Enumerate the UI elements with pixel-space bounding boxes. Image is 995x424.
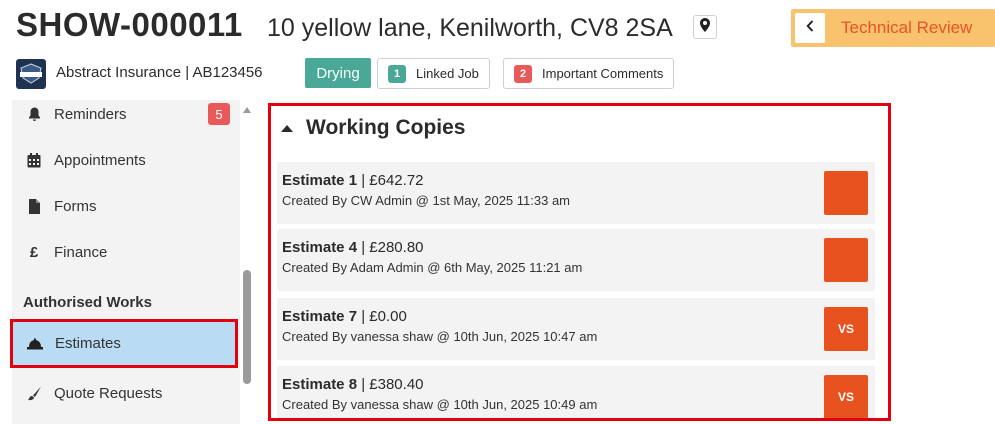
working-copies-toggle[interactable]: Working Copies	[281, 116, 465, 140]
collapse-status-button[interactable]	[795, 13, 825, 43]
sidebar-section-heading: Authorised Works	[23, 294, 152, 311]
sidebar-item-label: Quote Requests	[54, 384, 163, 402]
important-comments-label: Important Comments	[542, 66, 664, 81]
insurer-logo	[16, 59, 46, 89]
sidebar-item-label: Finance	[54, 243, 108, 261]
sidebar-item-label: Forms	[54, 197, 97, 215]
estimate-action-button[interactable]: VS	[824, 307, 868, 351]
job-header: SHOW-000011 10 yellow lane, Kenilworth, …	[0, 0, 995, 100]
map-pin-icon	[700, 17, 710, 37]
estimate-action-button[interactable]	[824, 171, 868, 215]
sidebar-item-label: Appointments	[54, 151, 146, 169]
sidebar: Reminders 5 Appointments Forms £ Finance…	[10, 100, 240, 424]
stage-badge: Drying	[305, 58, 371, 88]
estimate-title: Estimate 4 | £280.80	[282, 239, 424, 256]
sidebar-item-label: Estimates	[55, 335, 121, 352]
estimate-name: Estimate 1	[282, 172, 358, 189]
estimate-amount: | £642.72	[361, 172, 424, 189]
panel-title: Working Copies	[306, 116, 466, 139]
calendar-icon	[26, 152, 42, 168]
sidebar-item-estimates[interactable]: Estimates	[10, 319, 238, 368]
status-label: Technical Review	[841, 18, 973, 37]
sidebar-item-quote-requests[interactable]: Quote Requests	[12, 371, 240, 415]
sidebar-item-forms[interactable]: Forms	[12, 184, 240, 228]
estimate-amount: | £380.40	[361, 376, 424, 393]
estimate-action-button[interactable]: VS	[824, 375, 868, 418]
important-comments-count: 2	[514, 64, 532, 83]
estimate-action-button[interactable]	[824, 238, 868, 282]
scrollbar-thumb[interactable]	[243, 270, 251, 384]
estimate-row[interactable]: Estimate 4 | £280.80 Created By Adam Adm…	[277, 229, 875, 291]
sidebar-item-appointments[interactable]: Appointments	[12, 138, 240, 182]
estimate-row[interactable]: Estimate 1 | £642.72 Created By CW Admin…	[277, 162, 875, 224]
estimate-row[interactable]: Estimate 8 | £380.40 Created By vanessa …	[277, 366, 875, 418]
status-panel: Technical Review	[791, 9, 995, 47]
insurer-name: Abstract Insurance | AB123456	[56, 64, 263, 81]
sidebar-scrollbar[interactable]	[240, 105, 254, 424]
sidebar-item-label: Reminders	[54, 105, 127, 123]
job-id: SHOW-000011	[16, 6, 243, 43]
sidebar-item-reminders[interactable]: Reminders 5	[12, 92, 240, 136]
linked-job-button[interactable]: 1 Linked Job	[377, 58, 490, 89]
bell-icon	[26, 106, 42, 122]
linked-job-count: 1	[388, 64, 406, 83]
estimate-created: Created By CW Admin @ 1st May, 2025 11:3…	[282, 193, 571, 208]
estimate-amount: | £0.00	[361, 308, 407, 325]
estimate-created: Created By vanessa shaw @ 10th Jun, 2025…	[282, 329, 598, 344]
estimate-name: Estimate 8	[282, 376, 358, 393]
linked-job-label: Linked Job	[416, 66, 479, 81]
important-comments-button[interactable]: 2 Important Comments	[503, 58, 675, 89]
sidebar-item-finance[interactable]: £ Finance	[12, 230, 240, 274]
hard-hat-icon	[27, 336, 43, 352]
estimate-title: Estimate 8 | £380.40	[282, 376, 424, 393]
pound-icon: £	[29, 243, 39, 261]
estimate-title: Estimate 1 | £642.72	[282, 172, 424, 189]
map-pin-button[interactable]	[693, 15, 717, 39]
estimate-name: Estimate 7	[282, 308, 358, 325]
estimate-name: Estimate 4	[282, 239, 358, 256]
scroll-up-arrow-icon[interactable]	[243, 107, 251, 113]
estimate-amount: | £280.80	[361, 239, 424, 256]
estimate-title: Estimate 7 | £0.00	[282, 308, 407, 325]
job-address: 10 yellow lane, Kenilworth, CV8 2SA	[267, 14, 673, 42]
working-copies-panel: Working Copies Estimate 1 | £642.72 Crea…	[268, 103, 891, 421]
reminders-count-badge: 5	[208, 103, 230, 125]
chevron-left-icon	[806, 19, 814, 37]
estimate-row[interactable]: Estimate 7 | £0.00 Created By vanessa sh…	[277, 298, 875, 360]
caret-up-icon	[281, 124, 293, 132]
paint-brush-icon	[26, 385, 42, 401]
file-icon	[26, 198, 42, 214]
estimate-created: Created By Adam Admin @ 6th May, 2025 11…	[282, 260, 583, 275]
estimate-created: Created By vanessa shaw @ 10th Jun, 2025…	[282, 397, 598, 412]
